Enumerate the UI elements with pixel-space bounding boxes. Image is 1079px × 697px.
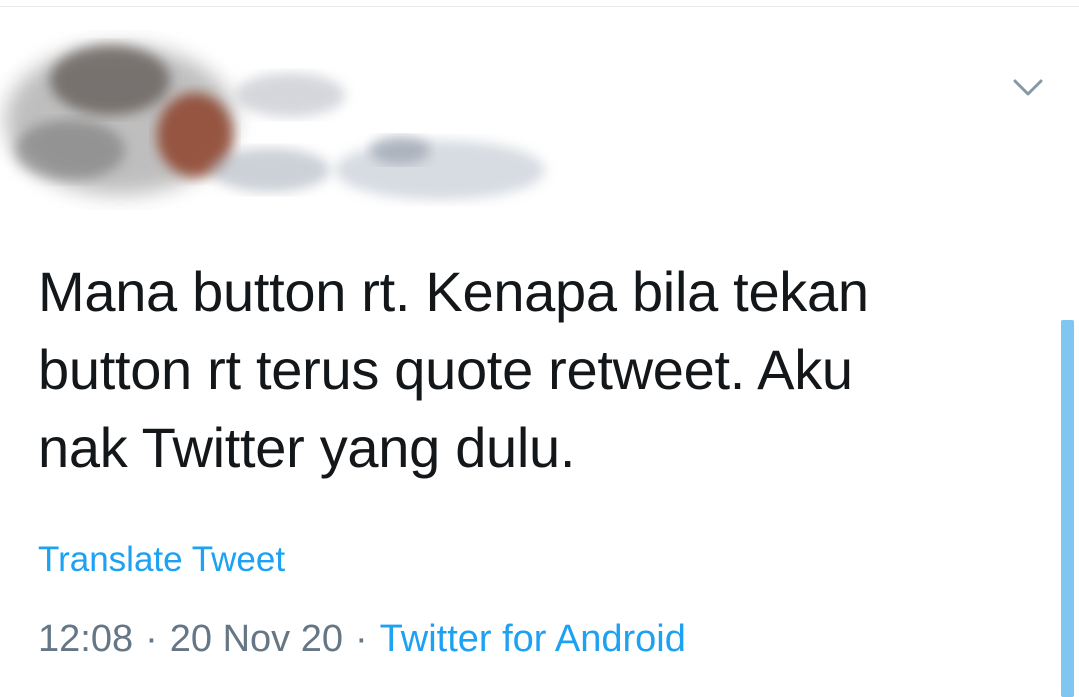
tweet-meta: 12:08 · 20 Nov 20 · Twitter for Android: [38, 615, 686, 663]
translate-tweet-link[interactable]: Translate Tweet: [38, 538, 285, 582]
chevron-down-icon: [1013, 79, 1043, 96]
tweet-time: 12:08: [38, 618, 134, 660]
scrollbar[interactable]: [1061, 320, 1074, 697]
redacted-author-header: [5, 45, 545, 200]
tweet-text: Mana button rt. Kenapa bila tekan button…: [38, 260, 869, 479]
separator: ·: [354, 618, 368, 660]
separator: ·: [145, 618, 158, 660]
tweet-source-link[interactable]: Twitter for Android: [380, 618, 686, 660]
top-divider: [0, 6, 1079, 7]
tweet-menu-caret[interactable]: [1008, 70, 1048, 106]
tweet-date: 20 Nov 20: [169, 618, 343, 660]
